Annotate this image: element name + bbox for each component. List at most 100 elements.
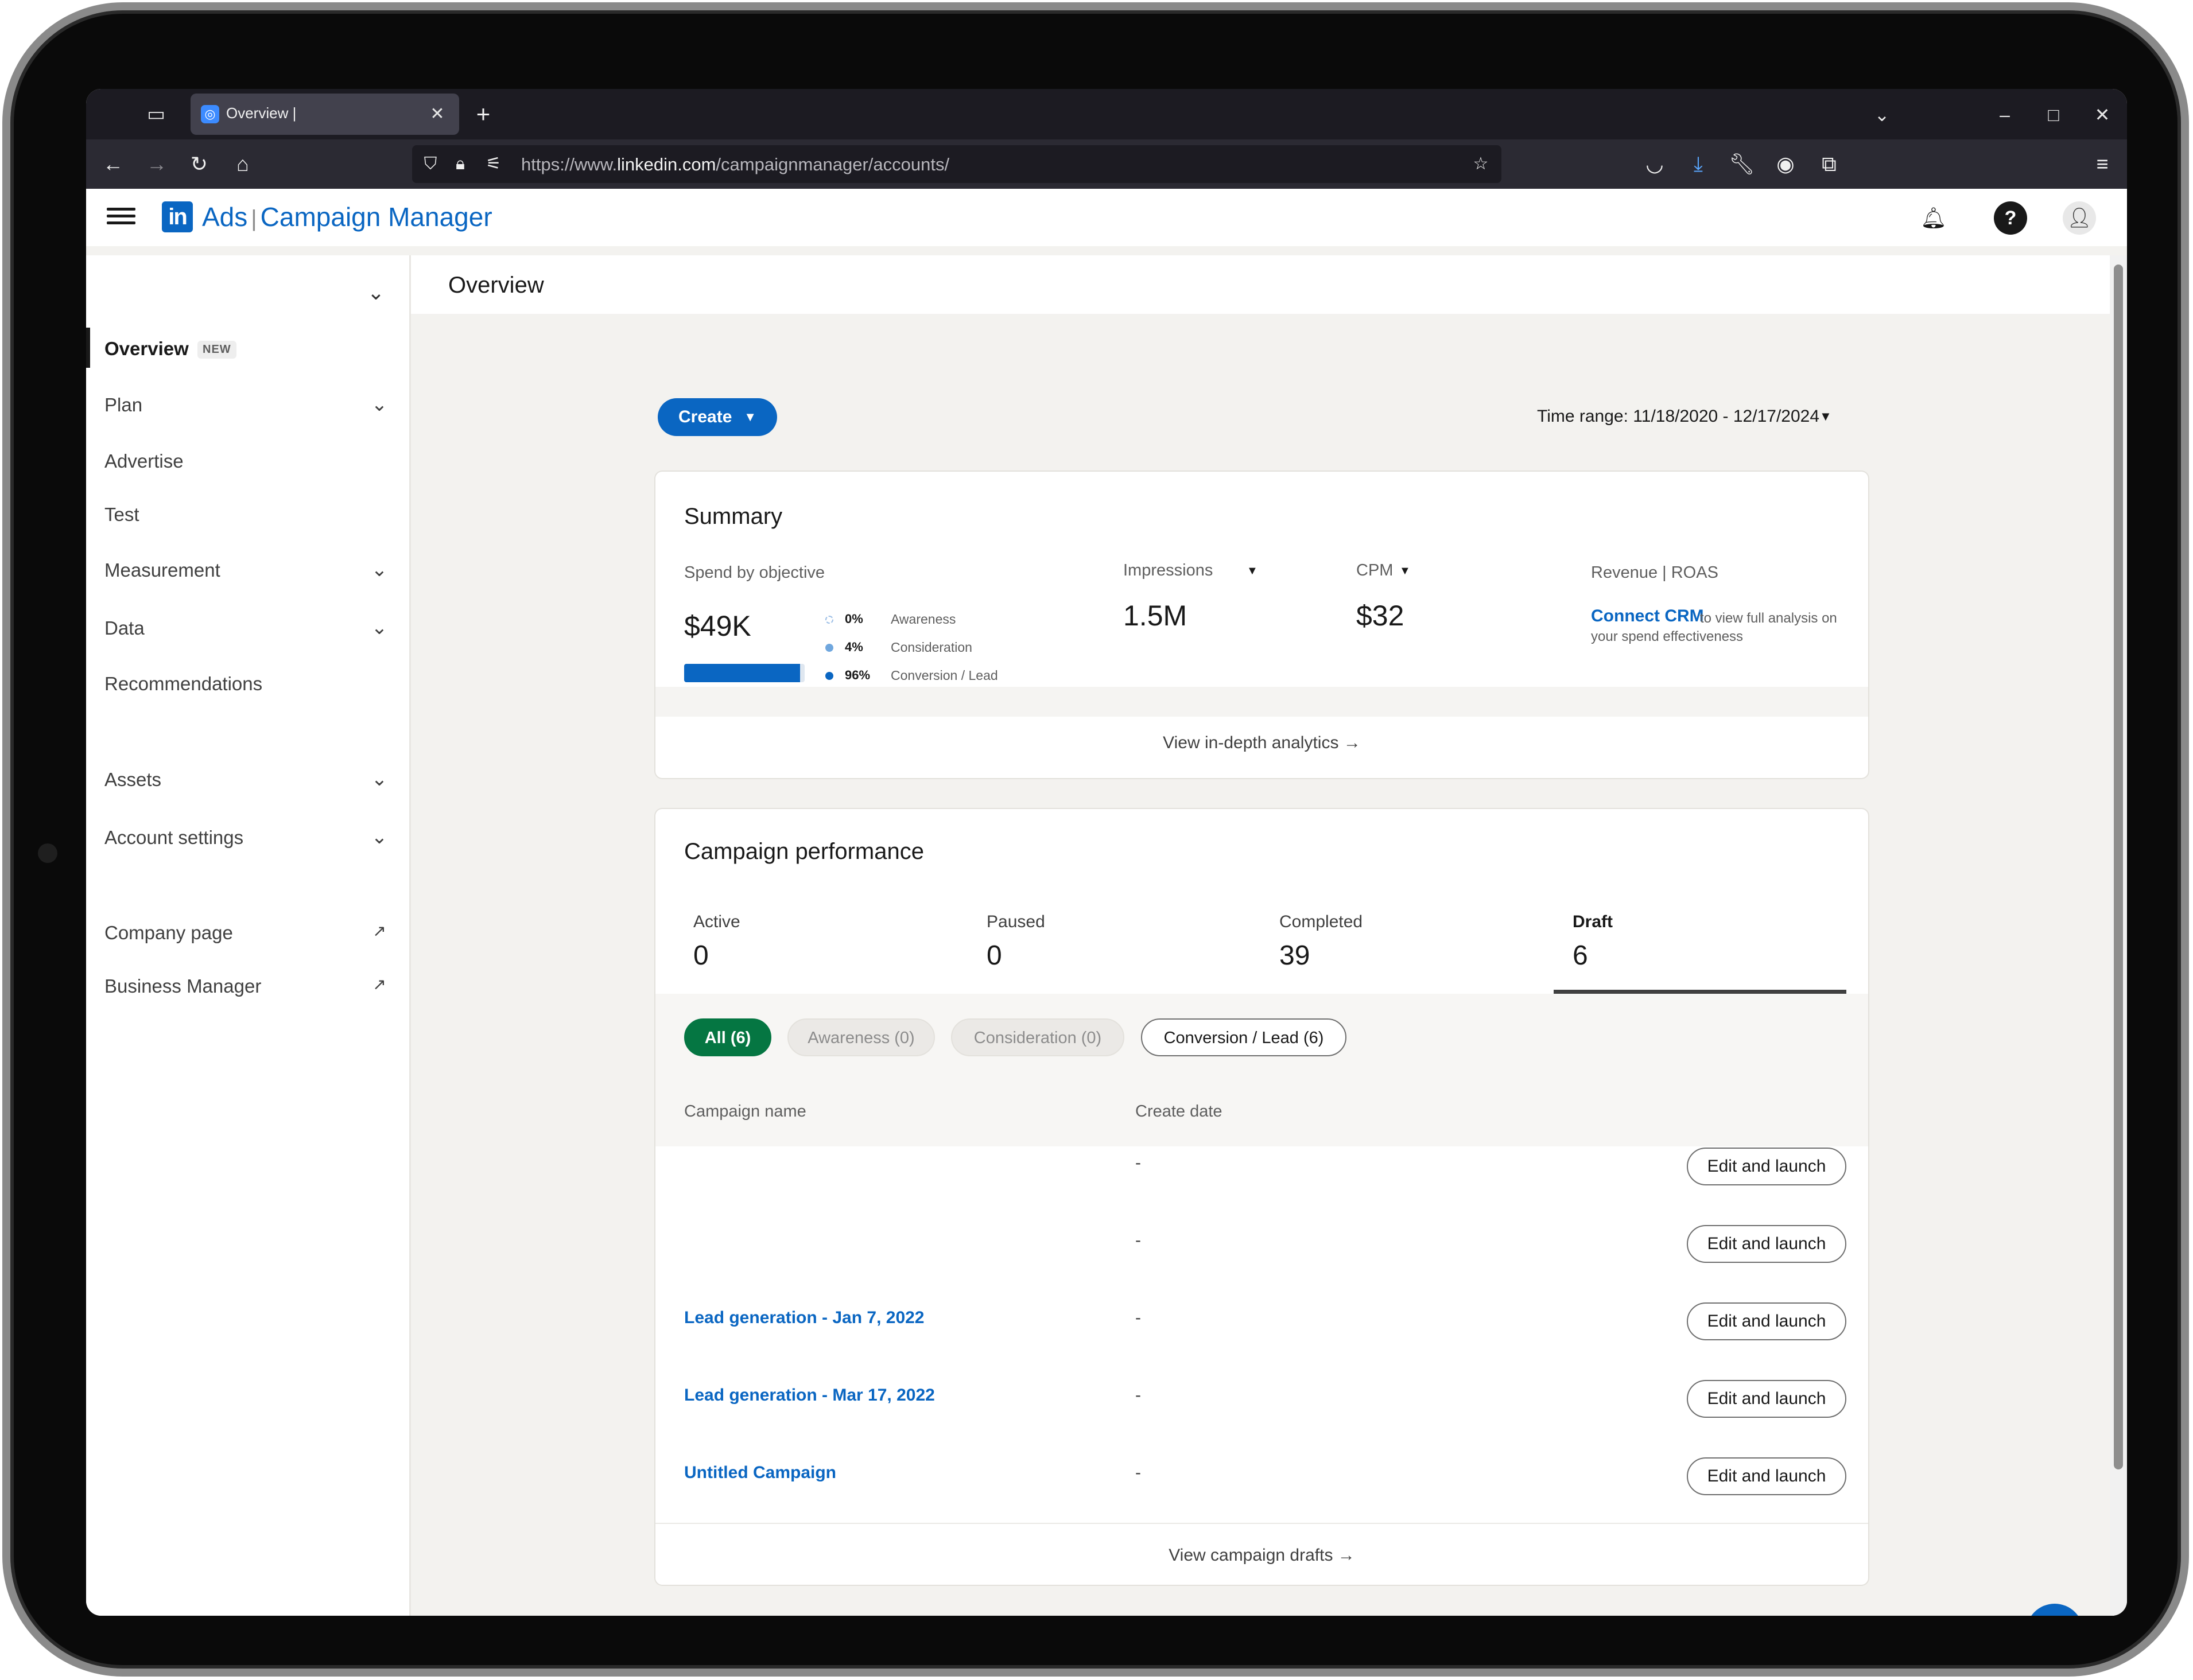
table-header: Campaign name Create date — [655, 1090, 1868, 1146]
consideration-pct: 4% — [845, 640, 863, 654]
sidebar-item-recommendations[interactable]: Recommendations — [86, 663, 409, 703]
maximize-icon[interactable]: □ — [2039, 100, 2068, 129]
external-link-icon: ↗ — [372, 975, 386, 993]
view-campaign-drafts-link[interactable]: View campaign drafts → — [655, 1546, 1868, 1565]
summary-card: Summary Spend by objective $49K 0% Aware… — [655, 472, 1868, 778]
sidebar-item-company-page[interactable]: Company page ↗ — [86, 912, 409, 952]
shield-icon[interactable]: ⛉ — [417, 150, 444, 178]
new-badge: NEW — [197, 341, 236, 359]
lock-icon[interactable]: 🔒︎ — [447, 150, 474, 178]
sidebar-item-overview[interactable]: Overview NEW — [86, 328, 409, 368]
sidebar-item-label: Test — [104, 504, 139, 525]
extensions-icon[interactable]: ⧉ — [1815, 150, 1843, 178]
notifications-bell-icon[interactable]: 🔔︎ — [1917, 201, 1950, 235]
chevron-down-icon[interactable]: ⌄ — [367, 767, 392, 792]
caret-down-icon[interactable]: ▼ — [1399, 565, 1411, 578]
edit-and-launch-button[interactable]: Edit and launch — [1687, 1148, 1846, 1185]
awareness-name: Awareness — [891, 612, 956, 627]
sidebar: ⌄ Overview NEW Plan ⌄ Advertise Test Mea… — [86, 255, 411, 1616]
awareness-dot — [825, 616, 833, 624]
chip-awareness[interactable]: Awareness (0) — [787, 1018, 935, 1056]
browser-tab[interactable]: ◎ Overview | ✕ — [191, 94, 459, 135]
create-date: - — [1135, 1386, 1141, 1405]
time-range-selector[interactable]: Time range: 11/18/2020 - 12/17/2024 — [1537, 407, 1819, 426]
sidebar-item-label: Assets — [104, 769, 162, 790]
summary-divider-band — [655, 687, 1868, 717]
help-chat-button[interactable] — [2026, 1604, 2083, 1616]
edit-and-launch-button[interactable]: Edit and launch — [1687, 1302, 1846, 1340]
caret-down-icon[interactable]: ▼ — [1247, 565, 1258, 578]
page-title: Overview — [448, 273, 544, 298]
stat-label: Draft — [1573, 912, 1613, 931]
sidebar-item-measurement[interactable]: Measurement ⌄ — [86, 549, 409, 589]
new-tab-icon[interactable]: + — [471, 102, 496, 127]
pocket-icon[interactable]: ◡ — [1640, 150, 1669, 178]
browser-tabbar: ▭ ◎ Overview | ✕ + ⌄ – □ ✕ — [86, 89, 2127, 139]
forward-icon[interactable]: → — [142, 150, 171, 178]
caret-down-icon[interactable]: ▼ — [1819, 407, 1832, 426]
sidebar-item-plan[interactable]: Plan ⌄ — [86, 384, 409, 424]
reload-icon[interactable]: ↻ — [185, 150, 214, 178]
campaign-name-link[interactable]: Lead generation - Jan 7, 2022 — [684, 1308, 925, 1328]
sidebar-item-data[interactable]: Data ⌄ — [86, 607, 409, 647]
view-analytics-link[interactable]: View in-depth analytics → — [655, 733, 1868, 753]
campaign-name-link[interactable]: Lead generation - Mar 17, 2022 — [684, 1386, 935, 1405]
time-range-label: Time range: — [1537, 407, 1628, 426]
minimize-icon[interactable]: – — [1990, 100, 2019, 129]
page-scrollbar[interactable] — [2110, 255, 2127, 1616]
stat-value: 0 — [693, 940, 709, 971]
chip-all[interactable]: All (6) — [684, 1018, 771, 1056]
help-icon[interactable]: ? — [1994, 201, 2027, 235]
divider — [655, 1523, 1868, 1524]
edit-and-launch-button[interactable]: Edit and launch — [1687, 1457, 1846, 1495]
avatar[interactable]: 👤︎ — [2063, 201, 2096, 235]
chevron-down-icon[interactable]: ⌄ — [367, 615, 392, 640]
sidebar-item-label: Measurement — [104, 559, 220, 581]
chevron-down-icon[interactable]: ⌄ — [367, 557, 392, 582]
edit-and-launch-button[interactable]: Edit and launch — [1687, 1380, 1846, 1418]
permissions-icon[interactable]: ⚟ — [480, 150, 507, 178]
back-icon[interactable]: ← — [99, 150, 127, 178]
create-button[interactable]: Create ▼ — [658, 398, 777, 436]
tablet-frame: ▭ ◎ Overview | ✕ + ⌄ – □ ✕ ← → ↻ ⌂ ⛉ 🔒︎ … — [2, 2, 2189, 1677]
close-window-icon[interactable]: ✕ — [2088, 100, 2117, 129]
revenue-roas-label: Revenue | ROAS — [1591, 563, 1718, 582]
sidebar-item-test[interactable]: Test — [86, 493, 409, 534]
tab-list-chevron-icon[interactable]: ⌄ — [1868, 100, 1896, 129]
view-analytics-label: View in-depth analytics — [1163, 733, 1339, 752]
downloads-icon[interactable]: ⤓ — [1684, 150, 1713, 178]
cpm-label[interactable]: CPM — [1356, 561, 1393, 580]
tab-overview-icon[interactable]: ▭ — [143, 102, 169, 127]
hamburger-menu-icon[interactable] — [107, 204, 135, 230]
bookmark-star-icon[interactable]: ☆ — [1467, 150, 1495, 178]
stat-value: 39 — [1279, 940, 1310, 971]
extension-avatar-icon[interactable]: ◉ — [1771, 150, 1800, 178]
edit-and-launch-button[interactable]: Edit and launch — [1687, 1225, 1846, 1263]
brand-separator: | — [251, 206, 257, 231]
sidebar-item-label: Overview — [104, 338, 189, 359]
app-menu-icon[interactable]: ≡ — [2088, 150, 2117, 178]
account-selector-chevron-icon[interactable]: ⌄ — [362, 278, 390, 307]
impressions-label[interactable]: Impressions — [1123, 561, 1213, 580]
sidebar-item-assets[interactable]: Assets ⌄ — [86, 759, 409, 799]
home-icon[interactable]: ⌂ — [228, 150, 257, 178]
sidebar-item-account-settings[interactable]: Account settings ⌄ — [86, 816, 409, 857]
campaign-name-link[interactable]: Untitled Campaign — [684, 1463, 836, 1483]
scrollbar-thumb[interactable] — [2114, 265, 2123, 1469]
sidebar-item-business-manager[interactable]: Business Manager ↗ — [86, 965, 409, 1005]
column-create-date[interactable]: Create date — [1135, 1102, 1222, 1121]
chip-consideration[interactable]: Consideration (0) — [951, 1018, 1124, 1056]
chip-conversion-lead[interactable]: Conversion / Lead (6) — [1141, 1018, 1346, 1056]
wrench-icon[interactable]: 🔧︎ — [1728, 150, 1756, 178]
column-campaign-name[interactable]: Campaign name — [684, 1102, 806, 1121]
url-bar[interactable]: ⛉ 🔒︎ ⚟ https://www.linkedin.com/campaign… — [412, 145, 1501, 183]
chevron-down-icon[interactable]: ⌄ — [367, 392, 392, 417]
url-text[interactable]: https://www.linkedin.com/campaignmanager… — [521, 154, 949, 175]
create-button-label: Create — [678, 407, 732, 426]
linkedin-logo[interactable]: in — [162, 201, 193, 232]
sidebar-item-advertise[interactable]: Advertise — [86, 440, 409, 480]
brand-title[interactable]: Ads | Campaign Manager — [202, 201, 492, 232]
conversion-dot — [825, 672, 833, 680]
chevron-down-icon[interactable]: ⌄ — [367, 825, 392, 850]
close-tab-icon[interactable]: ✕ — [425, 102, 450, 127]
